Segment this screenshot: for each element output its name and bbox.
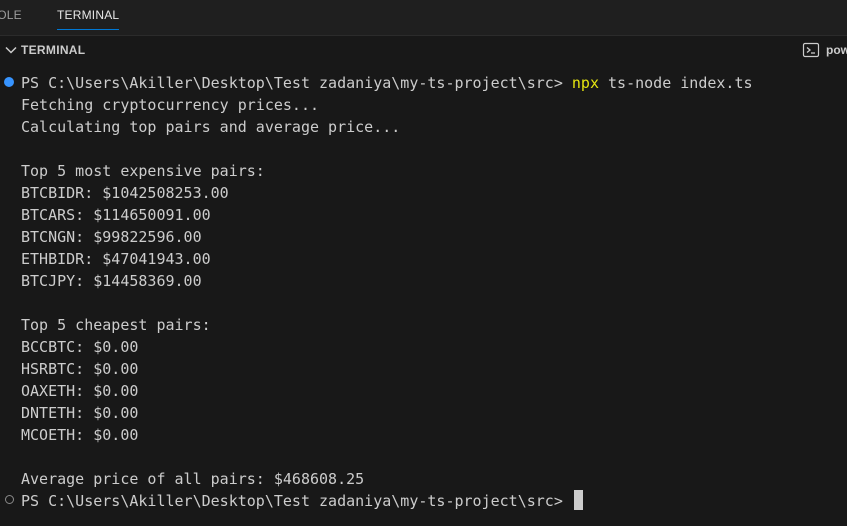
prompt-text: PS C:\Users\Akiller\Desktop\Test zadaniy… [21,74,572,92]
output-line: BTCJPY: $14458369.00 [21,272,202,290]
output-line: Top 5 most expensive pairs: [21,162,265,180]
command-args: ts-node index.ts [598,74,753,92]
terminal-cursor [573,490,583,510]
active-tab-indicator [57,29,120,30]
terminal-powershell-icon [802,42,820,58]
output-line: MCOETH: $0.00 [21,426,139,444]
tab-terminal[interactable]: TERMINAL [57,0,120,33]
output-line: OAXETH: $0.00 [21,382,139,400]
command-pending-dot-icon[interactable] [5,495,14,504]
panel-tab-bar: SOLE TERMINAL [0,0,847,36]
final-prompt-line: PS C:\Users\Akiller\Desktop\Test zadaniy… [21,490,753,512]
output-line: BTCBIDR: $1042508253.00 [21,184,229,202]
output-line [21,292,753,314]
output-line: BTCARS: $114650091.00 [21,206,211,224]
output-line [21,446,753,468]
output-line: Calculating top pairs and average price.… [21,118,401,136]
terminal-panel-header: TERMINAL pow [0,36,847,64]
output-line: BTCNGN: $99822596.00 [21,228,202,246]
output-line: Fetching cryptocurrency prices... [21,96,320,114]
output-line: ETHBIDR: $47041943.00 [21,250,211,268]
command-line: PS C:\Users\Akiller\Desktop\Test zadaniy… [21,72,753,94]
panel-title: TERMINAL [21,43,86,57]
terminal-output-area[interactable]: PS C:\Users\Akiller\Desktop\Test zadaniy… [0,64,847,526]
terminal-lines: PS C:\Users\Akiller\Desktop\Test zadaniy… [21,72,753,512]
command-success-dot-icon[interactable] [4,77,14,87]
chevron-down-icon[interactable] [4,43,18,57]
output-line: Average price of all pairs: $468608.25 [21,470,365,488]
output-line: Top 5 cheapest pairs: [21,316,211,334]
output-line [21,138,753,160]
tab-terminal-label: TERMINAL [57,8,120,22]
shell-tab-label: pow [826,43,847,57]
command-bin: npx [571,74,599,92]
final-prompt-text: PS C:\Users\Akiller\Desktop\Test zadaniy… [21,492,563,510]
output-line: HSRBTC: $0.00 [21,360,139,378]
tab-debug-console[interactable]: SOLE [0,0,22,33]
output-line: DNTETH: $0.00 [21,404,139,422]
output-line: BCCBTC: $0.00 [21,338,139,356]
